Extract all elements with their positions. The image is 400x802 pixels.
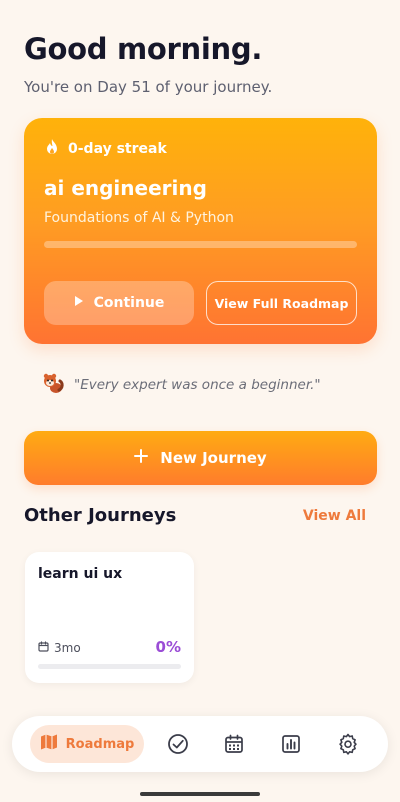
map-icon: [40, 733, 58, 755]
journey-progress-bar: [44, 241, 357, 248]
bottom-navigation: Roadmap: [12, 716, 388, 772]
continue-label: Continue: [93, 295, 165, 311]
gear-icon[interactable]: [336, 732, 360, 756]
journey-module: Foundations of AI & Python: [44, 210, 234, 226]
greeting-title: Good morning.: [24, 32, 263, 66]
motivational-quote: "Every expert was once a beginner.": [42, 372, 321, 398]
journey-card-title: learn ui ux: [38, 566, 123, 582]
journey-card[interactable]: learn ui ux 3mo 0%: [25, 552, 194, 683]
streak-label: 0-day streak: [68, 141, 167, 157]
journey-day-subtitle: You're on Day 51 of your journey.: [24, 78, 273, 96]
check-circle-icon[interactable]: [166, 732, 190, 756]
view-roadmap-button[interactable]: View Full Roadmap: [206, 281, 357, 325]
other-journeys-heading: Other Journeys: [24, 505, 177, 526]
red-panda-icon: [42, 372, 64, 398]
calendar-icon: [38, 641, 49, 655]
view-all-link[interactable]: View All: [303, 508, 366, 524]
new-journey-button[interactable]: New Journey: [24, 431, 377, 485]
journey-card-percent: 0%: [155, 638, 181, 656]
chart-icon[interactable]: [279, 732, 303, 756]
journey-card-progress-bar: [38, 664, 181, 669]
flame-icon: [44, 138, 60, 160]
journey-card-duration-text: 3mo: [54, 641, 81, 655]
calendar-icon[interactable]: [222, 732, 246, 756]
nav-roadmap-label: Roadmap: [65, 736, 135, 752]
current-journey-card[interactable]: 0-day streak ai engineering Foundations …: [24, 118, 377, 344]
continue-button[interactable]: Continue: [44, 281, 194, 325]
quote-text: "Every expert was once a beginner.": [74, 377, 321, 393]
nav-roadmap-tab[interactable]: Roadmap: [30, 725, 144, 763]
home-indicator: [140, 792, 260, 796]
journey-card-duration: 3mo: [38, 641, 81, 655]
journey-title: ai engineering: [44, 176, 207, 200]
plus-icon: [134, 449, 149, 467]
streak-badge: 0-day streak: [44, 138, 167, 160]
new-journey-label: New Journey: [160, 449, 267, 467]
play-icon: [74, 295, 84, 311]
